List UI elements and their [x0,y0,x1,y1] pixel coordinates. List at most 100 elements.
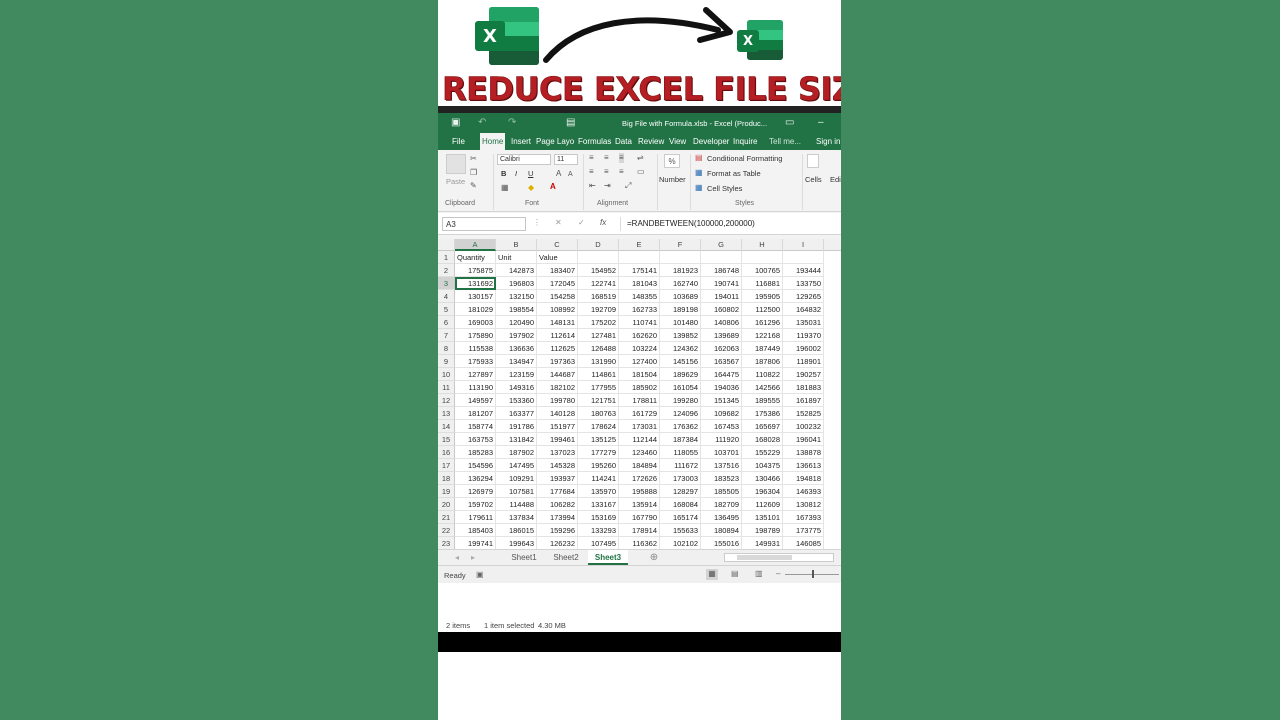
cell[interactable]: 133293 [578,524,619,537]
cell[interactable]: 146393 [783,485,824,498]
cell[interactable]: 177955 [578,381,619,394]
sign-in-link[interactable]: Sign in [814,133,841,150]
cell[interactable]: 139689 [701,329,742,342]
row-header[interactable]: 2 [438,264,455,277]
cell[interactable]: 145328 [537,459,578,472]
underline-button[interactable]: U [528,169,533,178]
cell[interactable]: 151977 [537,420,578,433]
add-sheet-icon[interactable]: ⊕ [647,550,661,565]
cell[interactable]: 136613 [783,459,824,472]
cell[interactable]: 168028 [742,433,783,446]
align-top-icon[interactable]: ≡ [589,153,594,163]
font-size-select[interactable]: 11 [554,154,578,165]
cell[interactable]: 100232 [783,420,824,433]
cell[interactable]: Unit [496,251,537,264]
cell[interactable]: 199741 [455,537,496,549]
cells-button[interactable]: Cells [805,175,822,184]
cell[interactable]: 189629 [660,368,701,381]
cell[interactable]: 161054 [660,381,701,394]
menu-data[interactable]: Data [613,133,634,150]
scroll-right-icon[interactable]: ▸ [468,550,478,565]
cell[interactable]: 180763 [578,407,619,420]
cell[interactable]: 190257 [783,368,824,381]
cell[interactable]: 137516 [701,459,742,472]
cell[interactable]: 127400 [619,355,660,368]
cell[interactable]: Value [537,251,578,264]
cell[interactable]: 193444 [783,264,824,277]
cell[interactable]: 167393 [783,511,824,524]
cell[interactable]: 183407 [537,264,578,277]
cell[interactable]: 189555 [742,394,783,407]
cell[interactable]: 101480 [660,316,701,329]
align-bottom-icon[interactable]: ≡ [619,153,624,163]
wrap-text-icon[interactable]: ⇌ [637,153,644,163]
row-header[interactable]: 16 [438,446,455,459]
menu-review[interactable]: Review [636,133,666,150]
cell[interactable]: 161897 [783,394,824,407]
cell[interactable]: 108992 [537,303,578,316]
cell[interactable]: 100765 [742,264,783,277]
row-header[interactable]: 20 [438,498,455,511]
page-layout-view-icon[interactable]: ▤ [731,569,739,578]
row-header[interactable]: 4 [438,290,455,303]
align-middle-icon[interactable]: ≡ [604,153,609,163]
cell[interactable]: 112625 [537,342,578,355]
save-icon[interactable]: ▣ [451,117,462,128]
cell[interactable]: 115538 [455,342,496,355]
cell-styles-button[interactable]: Cell Styles [707,184,742,193]
menu-file[interactable]: File [450,133,467,150]
cell[interactable]: 149597 [455,394,496,407]
cell[interactable]: 164832 [783,303,824,316]
column-header[interactable]: F [660,239,701,251]
cell[interactable]: 103224 [619,342,660,355]
scroll-left-icon[interactable]: ◂ [452,550,462,565]
cell[interactable]: 173994 [537,511,578,524]
cell[interactable]: 177684 [537,485,578,498]
cell[interactable]: 118055 [660,446,701,459]
cell[interactable]: 197363 [537,355,578,368]
format-painter-icon[interactable]: ✎ [470,181,477,191]
cell[interactable]: 161729 [619,407,660,420]
cell[interactable]: 180894 [701,524,742,537]
align-left-icon[interactable]: ≡ [589,167,594,177]
cell[interactable]: 181029 [455,303,496,316]
cell[interactable]: 142566 [742,381,783,394]
cell[interactable]: 109291 [496,472,537,485]
column-header[interactable]: I [783,239,824,251]
row-header[interactable]: 10 [438,368,455,381]
cell[interactable]: 114861 [578,368,619,381]
row-header[interactable]: 6 [438,316,455,329]
cell[interactable]: 187902 [496,446,537,459]
scrollbar-thumb[interactable] [737,555,792,560]
cell[interactable]: 131842 [496,433,537,446]
cell[interactable]: 146085 [783,537,824,549]
cell[interactable]: 148355 [619,290,660,303]
menu-insert[interactable]: Insert [509,133,533,150]
paste-icon[interactable] [446,154,466,174]
cell[interactable]: 122741 [578,277,619,290]
menu-inquire[interactable]: Inquire [731,133,759,150]
column-header[interactable]: D [578,239,619,251]
enter-icon[interactable]: ✓ [578,218,585,227]
cell[interactable]: 114488 [496,498,537,511]
cell[interactable]: 178624 [578,420,619,433]
cell[interactable]: 163753 [455,433,496,446]
cell[interactable]: 195260 [578,459,619,472]
row-header[interactable]: 9 [438,355,455,368]
cell[interactable]: 126979 [455,485,496,498]
page-break-view-icon[interactable]: ▥ [755,569,763,578]
cell[interactable]: 162063 [701,342,742,355]
cell[interactable]: 137834 [496,511,537,524]
row-header[interactable]: 18 [438,472,455,485]
cell[interactable] [660,251,701,264]
cell[interactable]: 181883 [783,381,824,394]
decrease-font-icon[interactable]: A [568,170,573,180]
cell[interactable]: 175141 [619,264,660,277]
cell[interactable]: 135101 [742,511,783,524]
normal-view-icon[interactable]: ▦ [706,569,718,580]
cell[interactable]: 190741 [701,277,742,290]
cell[interactable]: 187384 [660,433,701,446]
minimize-icon[interactable]: – [818,117,829,128]
cell[interactable]: 161296 [742,316,783,329]
cell[interactable]: 112144 [619,433,660,446]
